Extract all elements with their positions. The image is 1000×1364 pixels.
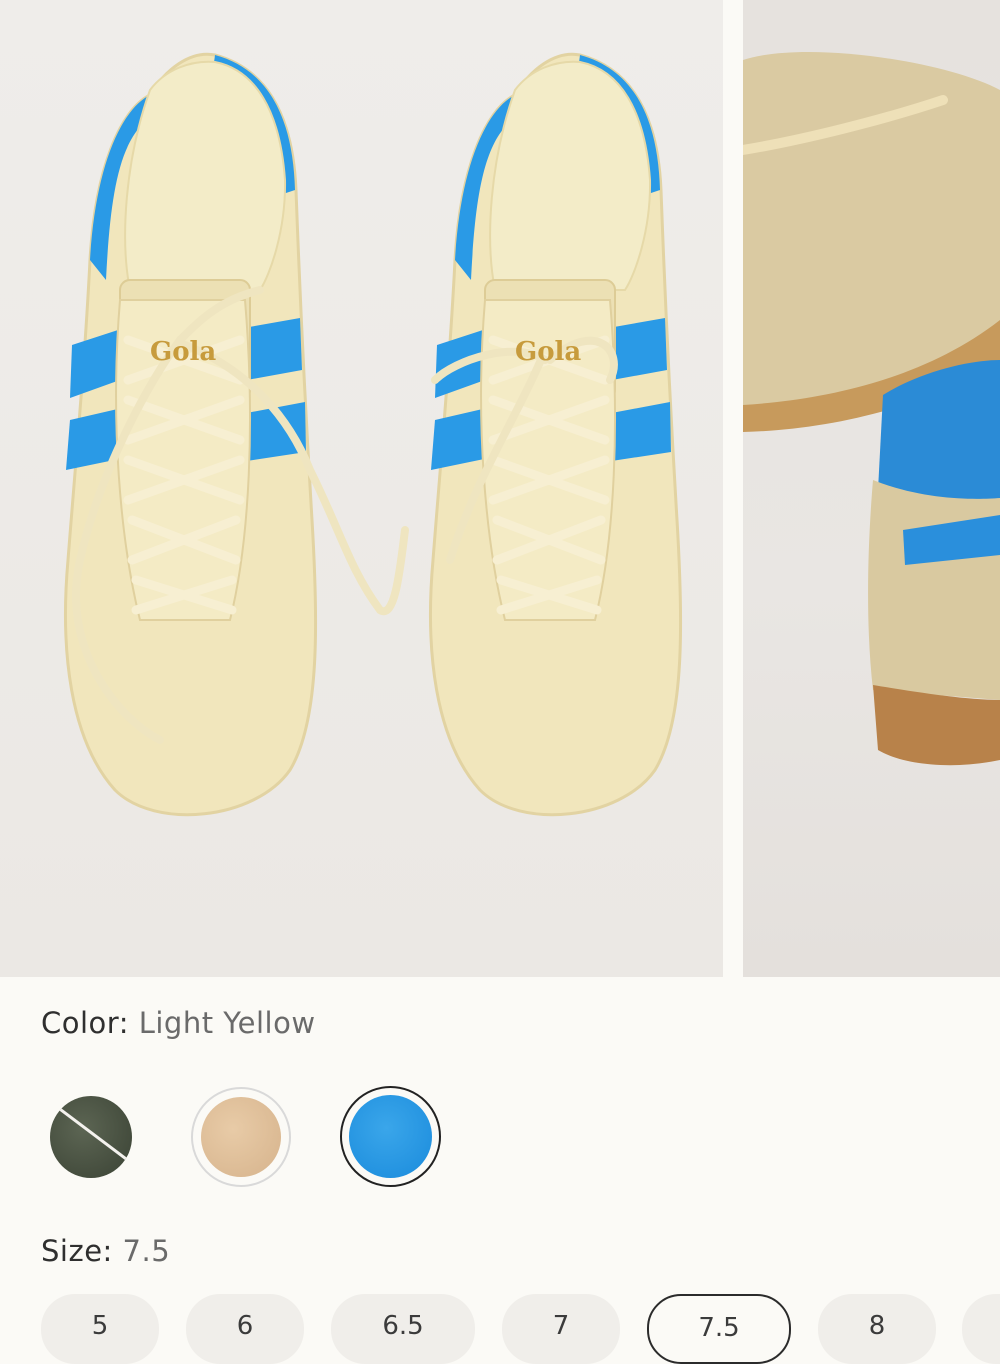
size-value: 7.5 bbox=[122, 1234, 171, 1268]
color-label: Color: bbox=[41, 1006, 129, 1040]
svg-text:Gola: Gola bbox=[150, 337, 216, 367]
product-image-gallery[interactable]: Gola Gola bbox=[0, 0, 1000, 977]
right-shoe: Gola bbox=[429, 52, 683, 817]
swatch-sand[interactable] bbox=[191, 1087, 291, 1187]
size-option-partial[interactable] bbox=[962, 1294, 1000, 1364]
product-image-top-view[interactable]: Gola Gola bbox=[0, 0, 723, 977]
size-option-6[interactable]: 6 bbox=[186, 1294, 304, 1364]
size-option-6-5[interactable]: 6.5 bbox=[331, 1294, 475, 1364]
size-label: Size: bbox=[41, 1234, 113, 1268]
sneaker-detail-illustration bbox=[743, 51, 1000, 766]
swatch-blue-selected[interactable] bbox=[340, 1086, 441, 1187]
unavailable-strike bbox=[50, 1101, 132, 1170]
size-selection-label: Size: 7.5 bbox=[41, 1234, 170, 1268]
size-option-7-5[interactable]: 7.5 bbox=[647, 1294, 791, 1364]
swatch-blue-fill bbox=[349, 1095, 432, 1178]
sneaker-pair-illustration: Gola Gola bbox=[64, 52, 683, 817]
size-option-7[interactable]: 7 bbox=[502, 1294, 620, 1364]
svg-text:Gola: Gola bbox=[515, 337, 581, 367]
left-shoe: Gola bbox=[64, 52, 409, 817]
size-option-8[interactable]: 8 bbox=[818, 1294, 936, 1364]
color-value: Light Yellow bbox=[138, 1006, 316, 1040]
swatch-sand-fill bbox=[201, 1097, 281, 1177]
swatch-olive-unavailable[interactable] bbox=[50, 1096, 132, 1178]
product-image-side-view[interactable] bbox=[743, 0, 1000, 977]
size-option-5[interactable]: 5 bbox=[41, 1294, 159, 1364]
color-selection-label: Color: Light Yellow bbox=[41, 1006, 316, 1040]
